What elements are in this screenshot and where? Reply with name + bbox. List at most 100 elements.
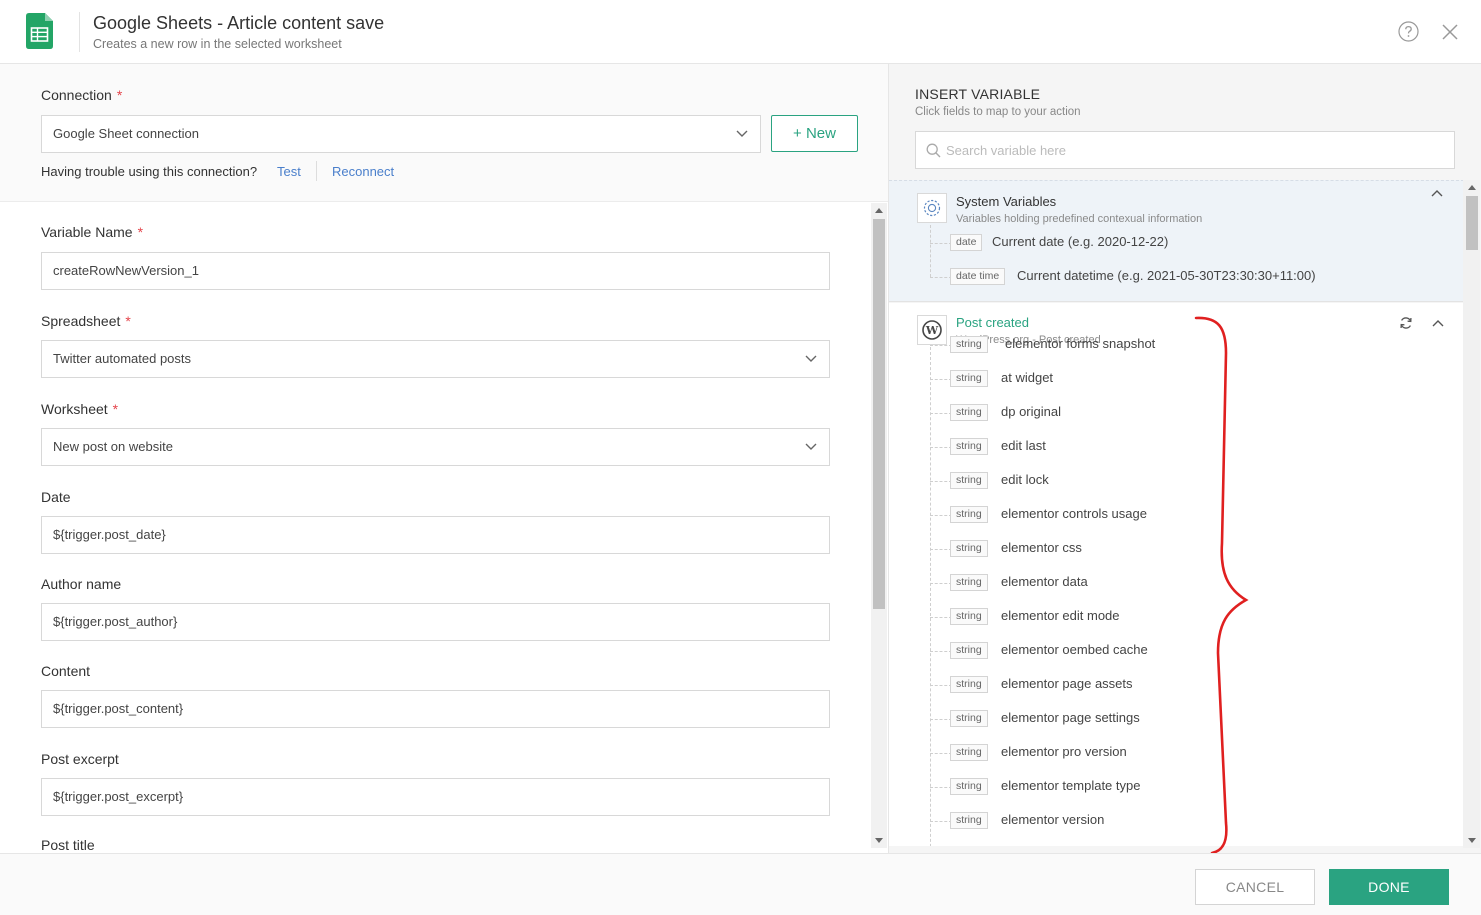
content-input[interactable]: ${trigger.post_content} bbox=[41, 690, 830, 728]
variable-label: Current date (e.g. 2020-12-22) bbox=[992, 234, 1169, 249]
scrollbar-thumb[interactable] bbox=[1466, 196, 1478, 250]
tree-connector bbox=[930, 379, 952, 380]
tree-connector bbox=[930, 617, 952, 618]
connection-section: Connection * Google Sheet connection + Ne… bbox=[0, 64, 888, 202]
connection-select-value: Google Sheet connection bbox=[53, 126, 199, 141]
trigger-variable-item[interactable]: string elementor page assets bbox=[930, 675, 1350, 695]
link-divider bbox=[316, 161, 317, 181]
tree-connector bbox=[930, 243, 952, 244]
chevron-down-icon bbox=[805, 355, 817, 362]
trigger-variable-item[interactable]: string elementor page settings bbox=[930, 709, 1350, 729]
scroll-up-arrow[interactable] bbox=[875, 208, 883, 213]
variable-label: elementor oembed cache bbox=[1001, 642, 1148, 657]
dialog-subtitle: Creates a new row in the selected worksh… bbox=[93, 37, 342, 51]
trigger-variable-item[interactable]: string elementor css bbox=[930, 539, 1350, 559]
type-badge: string bbox=[950, 608, 988, 625]
test-connection-link[interactable]: Test bbox=[277, 164, 301, 179]
system-variables-subtitle: Variables holding predefined contexual i… bbox=[956, 213, 1203, 225]
trigger-variable-item[interactable]: string at widget bbox=[930, 369, 1350, 389]
chevron-down-icon bbox=[736, 130, 748, 137]
dialog-title: Google Sheets - Article content save bbox=[93, 13, 385, 33]
date-value: ${trigger.post_date} bbox=[53, 527, 166, 542]
trigger-variable-item[interactable]: string elementor pro version bbox=[930, 743, 1350, 763]
post-title-label: Post title bbox=[41, 837, 95, 853]
trigger-variable-item[interactable]: string elementor controls usage bbox=[930, 505, 1350, 525]
system-variables-group: System Variables Variables holding prede… bbox=[889, 180, 1464, 302]
variable-list: System Variables Variables holding prede… bbox=[889, 180, 1464, 846]
header-divider bbox=[79, 12, 80, 52]
refresh-icon[interactable] bbox=[1399, 316, 1413, 330]
system-variable-item[interactable]: date Current date (e.g. 2020-12-22) bbox=[930, 233, 1450, 253]
variable-label: elementor forms snapshot bbox=[1005, 336, 1156, 351]
type-badge: string bbox=[950, 744, 988, 761]
tree-connector bbox=[930, 685, 952, 686]
collapse-icon[interactable] bbox=[1432, 319, 1444, 327]
post-excerpt-input[interactable]: ${trigger.post_excerpt} bbox=[41, 778, 830, 816]
cancel-button[interactable]: CANCEL bbox=[1195, 869, 1315, 905]
post-excerpt-value: ${trigger.post_excerpt} bbox=[53, 789, 184, 804]
trigger-variable-item[interactable]: string edit last bbox=[930, 437, 1350, 457]
variable-search-input[interactable] bbox=[946, 140, 1446, 160]
system-variable-item[interactable]: date time Current datetime (e.g. 2021-05… bbox=[930, 267, 1450, 287]
form-fields: Variable Name * createRowNewVersion_1 Spr… bbox=[0, 203, 888, 853]
trigger-variable-item[interactable]: string elementor version bbox=[930, 811, 1350, 831]
done-button[interactable]: DONE bbox=[1329, 869, 1449, 905]
collapse-icon[interactable] bbox=[1431, 189, 1443, 197]
trigger-variable-item[interactable]: string dp original bbox=[930, 403, 1350, 423]
variable-label: edit last bbox=[1001, 438, 1046, 453]
tree-connector bbox=[930, 583, 952, 584]
trigger-variable-item[interactable]: string elementor template type bbox=[930, 777, 1350, 797]
insert-variable-subtitle: Click fields to map to your action bbox=[915, 106, 1081, 118]
spreadsheet-select[interactable]: Twitter automated posts bbox=[41, 340, 830, 378]
trigger-variable-item[interactable]: string elementor edit mode bbox=[930, 607, 1350, 627]
variable-search-box[interactable] bbox=[915, 131, 1455, 169]
help-icon[interactable] bbox=[1398, 21, 1419, 42]
variable-label: at widget bbox=[1001, 370, 1054, 385]
worksheet-label: Worksheet * bbox=[41, 401, 118, 417]
variable-label: elementor css bbox=[1001, 540, 1082, 555]
variable-label: elementor page assets bbox=[1001, 676, 1133, 691]
type-badge: date time bbox=[950, 268, 1006, 285]
connection-select[interactable]: Google Sheet connection bbox=[41, 115, 761, 153]
author-name-input[interactable]: ${trigger.post_author} bbox=[41, 603, 830, 641]
close-icon[interactable] bbox=[1441, 23, 1459, 41]
google-sheets-icon bbox=[26, 13, 53, 49]
form-scrollbar[interactable] bbox=[871, 203, 887, 848]
type-badge: string bbox=[950, 642, 988, 659]
dialog-footer: CANCEL DONE bbox=[0, 853, 1481, 915]
scroll-down-arrow[interactable] bbox=[875, 838, 883, 843]
tree-connector bbox=[930, 651, 952, 652]
tree-connector bbox=[930, 345, 952, 346]
trigger-variable-item[interactable]: string elementor forms snapshot bbox=[930, 335, 1350, 355]
new-connection-button[interactable]: + New bbox=[771, 115, 858, 152]
connection-trouble-text: Having trouble using this connection? bbox=[41, 164, 258, 179]
insert-variable-panel: INSERT VARIABLE Click fields to map to y… bbox=[888, 64, 1481, 853]
variable-list-scrollbar[interactable] bbox=[1463, 180, 1480, 848]
type-badge: string bbox=[950, 812, 988, 829]
trigger-variable-item[interactable]: string elementor data bbox=[930, 573, 1350, 593]
trigger-variable-item[interactable]: string edit lock bbox=[930, 471, 1350, 491]
trigger-variables-group: W Post created WordPress.org - Post crea… bbox=[889, 303, 1464, 846]
action-config-panel: Connection * Google Sheet connection + Ne… bbox=[0, 64, 888, 853]
tree-connector bbox=[930, 447, 952, 448]
tree-connector bbox=[930, 719, 952, 720]
tree-connector bbox=[930, 821, 952, 822]
variable-label: dp original bbox=[1001, 404, 1061, 419]
date-label: Date bbox=[41, 489, 71, 505]
author-name-value: ${trigger.post_author} bbox=[53, 614, 178, 629]
curly-brace-annotation bbox=[1194, 316, 1249, 855]
worksheet-select[interactable]: New post on website bbox=[41, 428, 830, 466]
date-input[interactable]: ${trigger.post_date} bbox=[41, 516, 830, 554]
type-badge: string bbox=[950, 336, 988, 353]
trigger-variable-item[interactable]: string elementor oembed cache bbox=[930, 641, 1350, 661]
post-excerpt-label: Post excerpt bbox=[41, 751, 119, 767]
reconnect-link[interactable]: Reconnect bbox=[332, 164, 394, 179]
variable-name-value: createRowNewVersion_1 bbox=[53, 263, 199, 278]
tree-connector bbox=[930, 753, 952, 754]
scrollbar-thumb[interactable] bbox=[873, 219, 885, 609]
variable-name-input[interactable]: createRowNewVersion_1 bbox=[41, 252, 830, 290]
variable-label: elementor pro version bbox=[1001, 744, 1127, 759]
scroll-up-arrow[interactable] bbox=[1468, 185, 1476, 190]
content-label: Content bbox=[41, 663, 91, 679]
scroll-down-arrow[interactable] bbox=[1468, 838, 1476, 843]
